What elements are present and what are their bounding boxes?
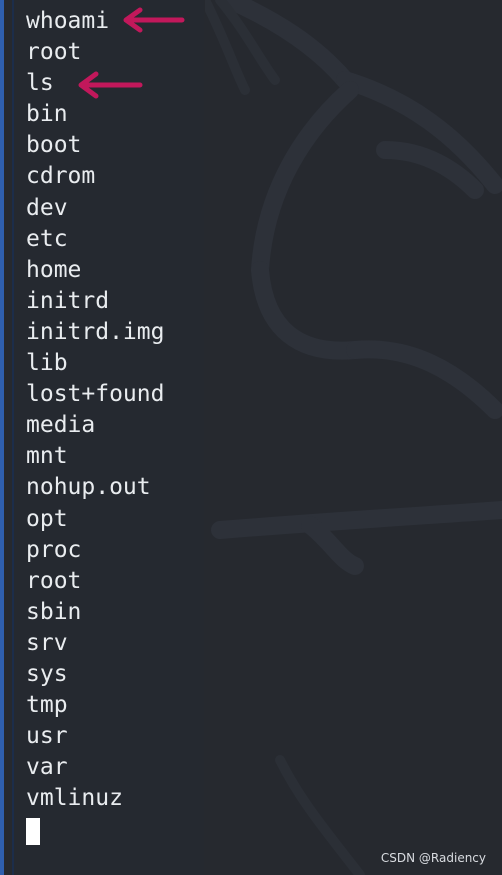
terminal-line-output: nohup.out [26,474,151,501]
terminal-line-output: initrd [26,287,110,314]
terminal-line-output: sys [26,660,68,687]
terminal-line-output: opt [26,505,68,532]
left-accent-bar [0,0,4,875]
terminal-line-output: srv [26,629,68,656]
arrow-left-icon [78,71,143,99]
terminal-line-output: vmlinuz [26,785,123,812]
terminal-line-output: bin [26,101,68,128]
terminal-line-output: var [26,754,68,781]
terminal-line-output: home [26,256,82,283]
terminal-line-output: tmp [26,692,68,719]
terminal-line-output: sbin [26,598,82,625]
terminal-line-output: cdrom [26,163,96,190]
terminal-line-output: usr [26,723,68,750]
terminal-line-output: root [26,567,82,594]
arrow-left-icon [123,7,185,33]
terminal-line-output: root [26,39,82,66]
terminal-line-output: boot [26,132,82,159]
terminal-line-output: media [26,412,96,439]
terminal-line-output: initrd.img [26,318,165,345]
terminal-line-output: etc [26,225,68,252]
terminal-line-output: lib [26,350,68,377]
terminal-line-output: proc [26,536,82,563]
terminal-line-output: mnt [26,443,68,470]
terminal-output[interactable]: whoami root ls bin boot cdrom dev etc ho… [26,6,486,814]
watermark: CSDN @Radiency [380,851,486,865]
terminal-line-output: dev [26,194,68,221]
terminal-line-command: whoami [26,8,110,34]
terminal-line-output: lost+found [26,381,165,408]
terminal-cursor[interactable] [26,818,40,845]
